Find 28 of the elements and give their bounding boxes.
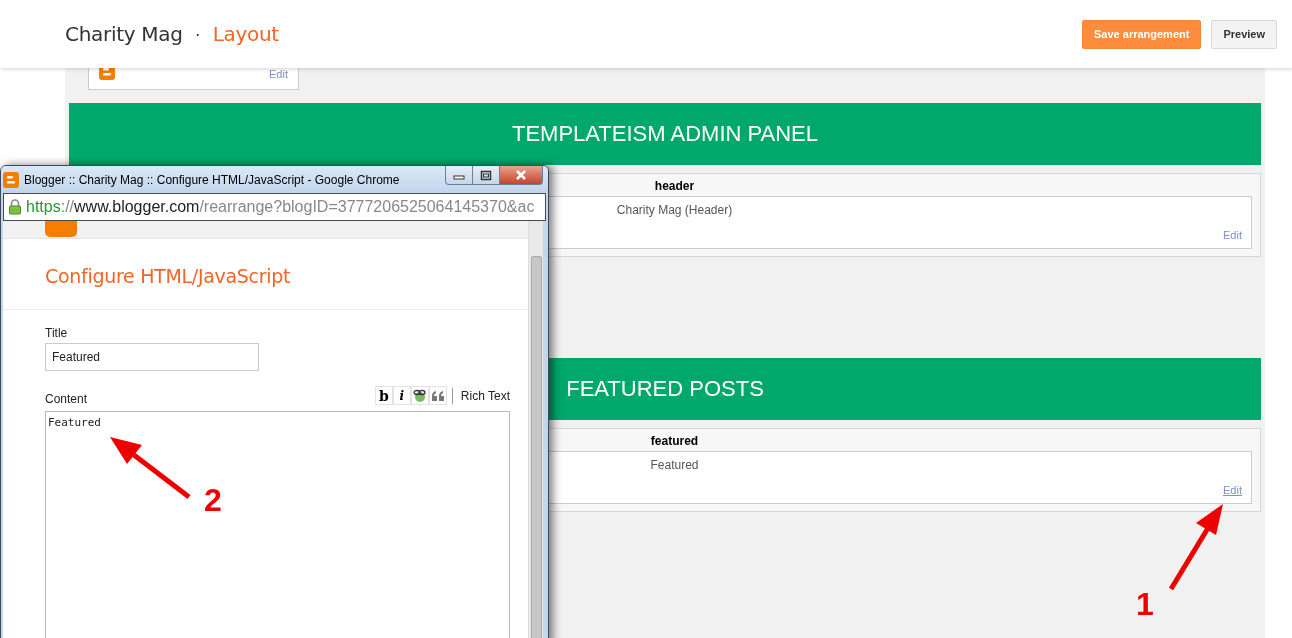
widget-title: Charity Mag (Header)	[616, 203, 733, 217]
blog-title: Charity Mag	[65, 22, 183, 46]
field-label: Title	[45, 326, 69, 340]
window-title: Blogger :: Charity Mag :: Configure HTML/JavaScript - Google Chrome	[24, 172, 401, 187]
quote-icon	[430, 389, 445, 402]
blogger-icon	[45, 221, 77, 238]
preview-button[interactable]: Preview	[1211, 19, 1277, 49]
page-title: Layout	[212, 22, 279, 46]
section-id: featured	[650, 434, 699, 448]
section-id: header	[654, 179, 695, 193]
step-number: 2	[204, 484, 222, 516]
title-field[interactable]: Featured	[45, 343, 259, 371]
close-icon	[515, 170, 527, 180]
bold-button[interactable]: b	[374, 386, 393, 405]
section-banner: TEMPLATEISM ADMIN PANEL	[69, 103, 1261, 165]
restore-icon	[480, 169, 492, 181]
lock-icon	[8, 199, 22, 215]
url-text: https://www.blogger.com/rearrange?blogID=3777206525064145370&ac	[26, 198, 535, 216]
rich-text-link[interactable]: Rich Text	[460, 388, 510, 403]
address-bar[interactable]: https://www.blogger.com/rearrange?blogID=3777206525064145370&ac	[3, 193, 546, 221]
blogger-icon	[3, 171, 19, 188]
link-icon	[412, 388, 428, 403]
close-button[interactable]	[500, 166, 543, 185]
step-number: 1	[1136, 588, 1154, 620]
restore-button[interactable]	[473, 166, 500, 185]
widget-title: Featured	[650, 458, 699, 472]
scrollbar[interactable]	[528, 221, 543, 638]
separator-dot: ·	[194, 23, 201, 45]
